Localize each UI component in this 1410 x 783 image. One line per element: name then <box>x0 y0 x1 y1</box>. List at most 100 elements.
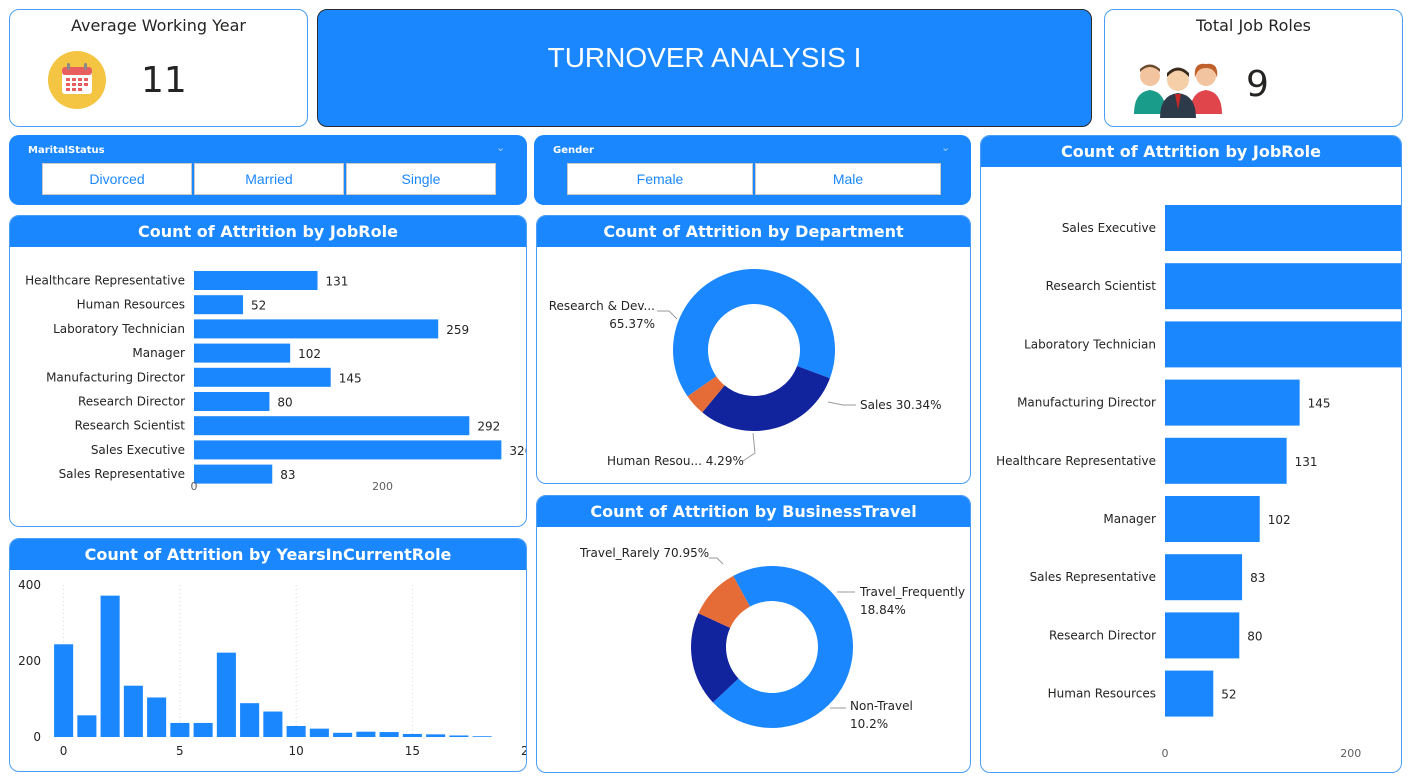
page-title: TURNOVER ANALYSIS I <box>547 42 862 73</box>
category-label: Laboratory Technician <box>1024 337 1156 351</box>
data-label: 102 <box>298 347 321 361</box>
slice-label: 18.84% <box>860 603 906 617</box>
chevron-down-icon[interactable]: ⌄ <box>941 141 950 154</box>
bar <box>286 725 306 737</box>
bar <box>1165 379 1300 426</box>
data-label: 145 <box>1308 397 1331 411</box>
chart-title: Count of Attrition by YearsInCurrentRole <box>10 539 526 570</box>
category-label: Sales Representative <box>1030 570 1156 584</box>
bar <box>194 319 439 339</box>
leader-line <box>827 401 856 406</box>
category-label: Human Resources <box>1048 687 1156 701</box>
x-tick-label: 0 <box>60 744 68 758</box>
department-donut-chart: Research & Dev... 65.37% Sales 30.34% Human… <box>549 269 942 468</box>
category-label: Research Director <box>78 395 185 409</box>
category-label: Sales Executive <box>1062 221 1156 235</box>
x-tick-label: 0 <box>191 480 198 493</box>
jobrole-sorted-bar-chart: Sales Executive326Research Scientist292L… <box>996 205 1401 760</box>
data-label: 52 <box>251 299 266 313</box>
people-icon <box>1131 60 1227 118</box>
jobrole-bar-chart: Healthcare Representative 131 Human Resour… <box>25 271 526 493</box>
slicer-gender: Gender ⌄ Female Male <box>534 135 971 205</box>
slice-label: Human Resou... 4.29% <box>607 454 744 468</box>
bar <box>147 697 167 737</box>
data-label: 131 <box>326 275 349 289</box>
bar <box>240 703 260 737</box>
category-label: Manager <box>1103 512 1156 526</box>
data-label: 102 <box>1268 513 1291 527</box>
category-label: Manager <box>132 346 185 360</box>
x-tick-label: 0 <box>1162 747 1169 760</box>
x-tick-label: 10 <box>288 744 303 758</box>
bar <box>1165 263 1401 310</box>
bar <box>194 416 470 436</box>
bar <box>379 732 399 737</box>
chart-attrition-by-businesstravel: Count of Attrition by BusinessTravel Tra… <box>536 495 971 773</box>
bar <box>1165 496 1260 542</box>
bar <box>123 685 143 737</box>
bar <box>472 736 492 737</box>
bar <box>356 731 376 737</box>
category-label: Manufacturing Director <box>46 370 185 384</box>
x-tick-label: 200 <box>372 480 393 493</box>
category-label: Sales Representative <box>59 467 185 481</box>
x-tick-label: 5 <box>176 744 184 758</box>
kpi-value: 11 <box>141 60 187 101</box>
chart-attrition-by-jobrole-sorted: Count of Attrition by JobRole Sales Exec… <box>980 135 1402 773</box>
slice-label: Research & Dev... <box>549 299 655 313</box>
x-tick-label: 200 <box>1340 747 1361 760</box>
leader-line <box>742 432 756 462</box>
data-label: 145 <box>339 371 362 385</box>
kpi-title: Total Job Roles <box>1195 16 1311 35</box>
bar <box>1165 554 1243 601</box>
category-label: Sales Executive <box>91 443 185 457</box>
bar <box>194 343 291 363</box>
bar <box>194 271 318 290</box>
data-label: 131 <box>1295 455 1318 469</box>
data-label: 259 <box>446 323 469 337</box>
bar <box>193 722 213 737</box>
kpi-average-working-year: Average Working Year 11 <box>9 9 308 127</box>
option-divorced[interactable]: Divorced <box>42 163 192 195</box>
slice-label: Non-Travel <box>850 699 913 713</box>
data-label: 292 <box>477 420 500 434</box>
bar <box>1165 437 1287 484</box>
slice-label: Sales 30.34% <box>860 398 942 412</box>
x-tick-label: 15 <box>405 744 420 758</box>
chart-attrition-by-department: Count of Attrition by Department Researc… <box>536 215 971 484</box>
chart-attrition-by-jobrole: Count of Attrition by JobRole Healthcare… <box>9 215 527 527</box>
page-header: TURNOVER ANALYSIS I <box>317 9 1092 127</box>
data-label: 83 <box>280 468 295 482</box>
y-tick-label: 400 <box>18 578 41 592</box>
option-female[interactable]: Female <box>567 163 753 195</box>
chart-title: Count of Attrition by BusinessTravel <box>537 496 970 527</box>
bar <box>194 295 244 315</box>
leader-line <box>709 557 724 565</box>
data-label: 83 <box>1250 571 1265 585</box>
slice-label: Travel_Rarely 70.95% <box>579 546 709 560</box>
chart-title: Count of Attrition by JobRole <box>10 216 526 247</box>
bar <box>194 392 270 411</box>
bar <box>402 733 422 737</box>
slice-label: 65.37% <box>609 317 655 331</box>
category-label: Research Director <box>1049 628 1156 642</box>
option-male[interactable]: Male <box>755 163 941 195</box>
chart-title: Count of Attrition by Department <box>537 216 970 247</box>
businesstravel-donut-chart: Travel_Rarely 70.95% Travel_Frequently 18.… <box>579 546 965 731</box>
kpi-value: 9 <box>1246 64 1269 105</box>
option-single[interactable]: Single <box>346 163 496 195</box>
slice-label: 10.2% <box>850 717 888 731</box>
kpi-total-job-roles: Total Job Roles 9 <box>1104 9 1403 127</box>
x-tick-label: 20 <box>521 744 527 758</box>
option-married[interactable]: Married <box>194 163 344 195</box>
chart-attrition-by-yearsincurrentrole: Count of Attrition by YearsInCurrentRole… <box>9 538 527 772</box>
bar <box>194 440 502 460</box>
kpi-title: Average Working Year <box>70 16 246 35</box>
data-label: 80 <box>1247 629 1262 643</box>
data-label: 52 <box>1221 688 1236 702</box>
category-label: Research Scientist <box>1046 279 1157 293</box>
bar <box>1165 612 1240 659</box>
bar <box>1165 205 1401 251</box>
chevron-down-icon[interactable]: ⌄ <box>496 141 505 154</box>
donut-slice <box>702 366 830 431</box>
